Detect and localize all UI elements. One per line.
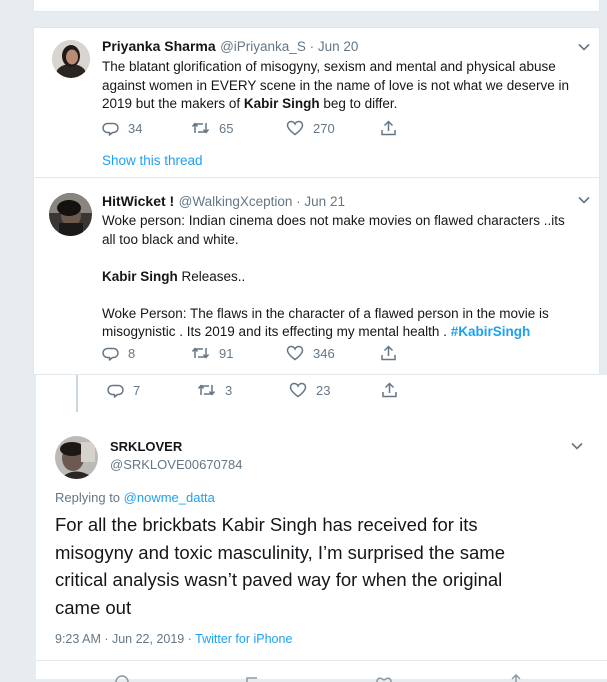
movie-name: Kabir Singh [243, 96, 320, 111]
reply-icon [107, 384, 124, 398]
text-segment: 2019 but the makers of [102, 96, 244, 111]
chevron-down-icon[interactable] [578, 43, 590, 51]
tweet-text-line: against women in EVERY scene in the name… [102, 77, 570, 93]
tweet-card-priyanka[interactable]: Priyanka Sharma @iPriyanka_S · Jun 20 Th… [33, 27, 600, 178]
share-icon[interactable] [509, 674, 523, 682]
retweet-button[interactable]: 65 [191, 120, 233, 136]
avatar-image [52, 40, 90, 78]
reply-icon[interactable] [114, 674, 130, 682]
author-name[interactable]: Priyanka Sharma [102, 38, 216, 54]
parent-tweet-actions: 7 3 23 [36, 375, 607, 412]
timestamp[interactable]: 9:23 AM · Jun 22, 2019 · [55, 632, 195, 646]
retweet-icon [191, 347, 210, 359]
heart-icon [289, 382, 307, 398]
share-button[interactable] [380, 120, 397, 136]
tweet-text: The blatant glorification of misogyny, s… [102, 58, 569, 114]
retweet-icon [191, 122, 210, 134]
reply-count: 8 [128, 345, 136, 361]
tweet-text: Woke person: Indian cinema does not make… [102, 212, 565, 342]
tweet-text-line: came out [55, 596, 132, 618]
movie-name: Kabir Singh [102, 268, 178, 284]
like-button[interactable]: 270 [286, 120, 335, 136]
avatar-image [49, 193, 92, 236]
share-icon [381, 120, 396, 136]
author-name[interactable]: HitWicket ! [102, 193, 174, 209]
tweet-text-line: misogyny and toxic masculinity, I’m surp… [55, 541, 505, 563]
text-segment: misogynistic . Its 2019 and its effectin… [102, 324, 451, 339]
tweet-meta: 9:23 AM · Jun 22, 2019 · Twitter for iPh… [55, 632, 292, 646]
reply-count: 7 [133, 382, 141, 398]
reply-button[interactable]: 34 [102, 120, 142, 136]
thread-connector-line [76, 375, 78, 412]
previous-tweet-cutoff [33, 0, 600, 12]
reply-count: 34 [128, 120, 143, 136]
author-name[interactable]: SRKLOVER [110, 439, 182, 454]
author-handle[interactable]: @SRKLOVE00670784 [110, 457, 242, 472]
reply-button[interactable]: 7 [107, 382, 140, 398]
like-count: 346 [313, 345, 335, 361]
avatar[interactable] [52, 40, 90, 78]
tweet-text-line: The blatant glorification of misogyny, s… [102, 59, 556, 74]
heart-icon[interactable] [376, 676, 392, 682]
like-count: 23 [316, 382, 331, 398]
reply-button[interactable]: 8 [102, 345, 135, 361]
tweet-text-line: Kabir Singh Releases.. [102, 268, 565, 287]
reply-icon [102, 122, 119, 136]
tweet-expanded-srklover[interactable]: SRKLOVER @SRKLOVE00670784 Replying to @n… [36, 412, 607, 682]
retweet-button[interactable]: 3 [197, 382, 232, 398]
tweet-text-line: For all the brickbats Kabir Singh has re… [55, 514, 478, 535]
retweet-count: 3 [225, 382, 233, 398]
chevron-down-icon[interactable] [578, 196, 590, 204]
heart-icon [286, 120, 304, 136]
replying-to-handle[interactable]: @nowme_datta [124, 490, 215, 505]
avatar[interactable] [49, 193, 92, 236]
text-segment: Releases.. [177, 268, 246, 284]
share-button[interactable] [380, 345, 397, 361]
author-handle-date[interactable]: @iPriyanka_S · Jun 20 [220, 39, 358, 54]
tweet-text-line: Woke person: Indian cinema does not make… [102, 213, 565, 228]
avatar-image [55, 436, 98, 479]
replying-to: Replying to @nowme_datta [55, 490, 215, 505]
like-button[interactable]: 346 [286, 345, 335, 361]
share-icon [381, 345, 396, 361]
author-handle-date[interactable]: @WalkingXception · Jun 21 [179, 194, 345, 209]
text-segment: beg to differ. [319, 96, 398, 111]
tweet-text-line: misogynistic . Its 2019 and its effectin… [102, 323, 565, 342]
retweet-icon [197, 384, 216, 396]
retweet-count: 65 [219, 120, 234, 136]
share-icon [382, 382, 397, 398]
tweet-text-line: 2019 but the makers of Kabir Singh beg t… [102, 95, 569, 114]
like-count: 270 [313, 120, 335, 136]
hashtag-link[interactable]: #KabirSingh [451, 324, 531, 339]
tweet-text: For all the brickbats Kabir Singh has re… [55, 511, 505, 621]
tweet-text-line: all too black and white. [102, 231, 239, 247]
share-button[interactable] [381, 382, 398, 398]
tweet-card-hitwicket[interactable]: HitWicket ! @WalkingXception · Jun 21 Wo… [33, 177, 600, 375]
show-thread-link[interactable]: Show this thread [102, 153, 203, 168]
chevron-down-icon[interactable] [571, 442, 583, 450]
heart-icon [286, 345, 304, 361]
like-button[interactable]: 23 [289, 382, 330, 398]
reply-icon [102, 347, 119, 361]
avatar[interactable] [55, 436, 98, 479]
retweet-count: 91 [219, 345, 234, 361]
retweet-button[interactable]: 91 [191, 345, 233, 361]
replying-to-label: Replying to [55, 490, 124, 505]
retweet-icon[interactable] [245, 676, 263, 682]
divider [36, 660, 607, 661]
tweet-text-line: Woke Person: The flaws in the character … [102, 305, 549, 321]
tweet-text-line: critical analysis wasn’t paved way for w… [55, 569, 503, 590]
source-link[interactable]: Twitter for iPhone [195, 632, 292, 646]
